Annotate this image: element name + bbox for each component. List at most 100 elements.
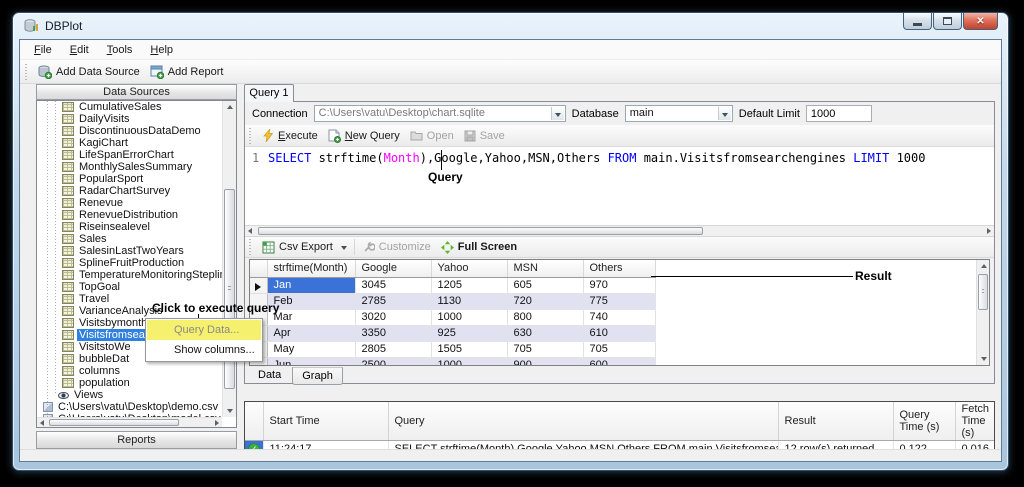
log-column-header[interactable]: Query Time (s) bbox=[893, 402, 955, 441]
cell[interactable]: 775 bbox=[583, 293, 655, 309]
tree-horizontal-scrollbar[interactable] bbox=[37, 417, 222, 427]
cell[interactable]: 605 bbox=[507, 277, 583, 293]
query-tab[interactable]: Query 1 bbox=[244, 84, 294, 102]
column-header[interactable]: Others bbox=[583, 260, 655, 277]
tree-item-table[interactable]: Riseinsealevel bbox=[37, 221, 222, 233]
tree-item-csv-file[interactable]: C:\Users\vatu\Desktop\demo.csv bbox=[37, 401, 222, 413]
tree-item-table[interactable]: CumulativeSales bbox=[37, 101, 222, 113]
chevron-down-icon[interactable] bbox=[718, 107, 731, 120]
title-bar[interactable]: DBPlot ✕ bbox=[13, 13, 1008, 39]
log-column-header[interactable]: Result bbox=[778, 402, 893, 441]
cell[interactable]: 630 bbox=[507, 325, 583, 341]
context-menu-item[interactable]: Query Data... bbox=[147, 320, 261, 340]
csv-export-dropdown-button[interactable] bbox=[338, 239, 351, 255]
tree-item-table[interactable]: DiscontinuousDataDemo bbox=[37, 125, 222, 137]
log-column-header[interactable]: Fetch Time (s) bbox=[955, 402, 995, 441]
cell[interactable]: 705 bbox=[507, 341, 583, 357]
csv-export-button[interactable]: Csv Export bbox=[257, 239, 338, 256]
add-report-button[interactable]: Add Report bbox=[145, 63, 229, 81]
maximize-button[interactable] bbox=[933, 13, 962, 30]
cell[interactable]: Jan bbox=[267, 277, 355, 293]
connection-combobox[interactable]: C:\Users\vatu\Desktop\chart.sqlite bbox=[314, 105, 566, 122]
column-header[interactable]: MSN bbox=[507, 260, 583, 277]
tree-item-table[interactable]: SalesinLastTwoYears bbox=[37, 245, 222, 257]
cell[interactable]: 3020 bbox=[355, 309, 431, 325]
menu-help[interactable]: Help bbox=[141, 41, 182, 59]
results-scrollbar-thumb[interactable] bbox=[978, 274, 988, 310]
tab-data[interactable]: Data bbox=[249, 367, 290, 383]
cell[interactable]: 1000 bbox=[431, 309, 507, 325]
data-sources-header[interactable]: Data Sources bbox=[36, 84, 237, 100]
tree-item-views[interactable]: Views bbox=[37, 389, 222, 401]
log-column-header[interactable]: Query bbox=[388, 402, 778, 441]
column-header[interactable]: Yahoo bbox=[431, 260, 507, 277]
tree-item-table[interactable]: TopGoal bbox=[37, 281, 222, 293]
save-button[interactable]: Save bbox=[459, 128, 510, 144]
cell[interactable]: 970 bbox=[583, 277, 655, 293]
cell[interactable]: 1505 bbox=[431, 341, 507, 357]
menu-tools[interactable]: Tools bbox=[98, 41, 142, 59]
reports-panel-button[interactable]: Reports bbox=[36, 431, 237, 449]
cell[interactable]: Mar bbox=[267, 309, 355, 325]
cell[interactable]: 1000 bbox=[431, 357, 507, 366]
open-button[interactable]: Open bbox=[405, 128, 459, 144]
cell[interactable]: 900 bbox=[507, 357, 583, 366]
tree-item-table[interactable]: DailyVisits bbox=[37, 113, 222, 125]
column-header[interactable]: Google bbox=[355, 260, 431, 277]
tree-item-table[interactable]: Renevue bbox=[37, 197, 222, 209]
new-query-button[interactable]: New Query bbox=[323, 127, 405, 145]
column-header[interactable]: strftime(Month) bbox=[267, 260, 355, 277]
tab-graph[interactable]: Graph bbox=[292, 367, 343, 385]
execute-button[interactable]: Execute bbox=[257, 127, 323, 144]
tree-item-table[interactable]: MonthlySalesSummary bbox=[37, 161, 222, 173]
cell[interactable]: Apr bbox=[267, 325, 355, 341]
menu-edit[interactable]: Edit bbox=[61, 41, 98, 59]
cell[interactable]: 3045 bbox=[355, 277, 431, 293]
cell[interactable]: 925 bbox=[431, 325, 507, 341]
editor-scrollbar-thumb[interactable] bbox=[258, 227, 703, 235]
default-limit-input[interactable] bbox=[806, 105, 872, 122]
close-button[interactable]: ✕ bbox=[963, 13, 998, 30]
cell[interactable]: Jun bbox=[267, 357, 355, 366]
sql-editor[interactable]: 1 SELECT strftime(Month),Google,Yahoo,MS… bbox=[245, 147, 994, 225]
cell[interactable]: 740 bbox=[583, 309, 655, 325]
cell[interactable]: Feb bbox=[267, 293, 355, 309]
add-data-source-button[interactable]: Add Data Source bbox=[33, 63, 145, 81]
tree-item-table[interactable]: RenevueDistribution bbox=[37, 209, 222, 221]
cell[interactable]: 2500 bbox=[355, 357, 431, 366]
tree-item-table[interactable]: RadarChartSurvey bbox=[37, 185, 222, 197]
tree-item-table[interactable]: KagiChart bbox=[37, 137, 222, 149]
tree-item-table[interactable]: columns bbox=[37, 365, 222, 377]
tree-item-table[interactable]: population bbox=[37, 377, 222, 389]
cell[interactable]: 600 bbox=[583, 357, 655, 366]
context-menu-item[interactable]: Show columns... bbox=[147, 340, 261, 360]
full-screen-button[interactable]: Full Screen bbox=[436, 239, 522, 256]
log-column-header[interactable]: Start Time bbox=[263, 402, 388, 441]
minimize-button[interactable] bbox=[903, 13, 932, 30]
tree-vertical-scrollbar[interactable] bbox=[222, 101, 236, 417]
tree-item-table[interactable]: LifeSpanErrorChart bbox=[37, 149, 222, 161]
tree-item-table[interactable]: PopularSport bbox=[37, 173, 222, 185]
cell[interactable]: 2805 bbox=[355, 341, 431, 357]
log-column-header[interactable] bbox=[245, 402, 263, 441]
menu-file[interactable]: File bbox=[25, 41, 61, 59]
cell[interactable]: 610 bbox=[583, 325, 655, 341]
cell[interactable]: 3350 bbox=[355, 325, 431, 341]
data-sources-tree[interactable]: CumulativeSalesDailyVisitsDiscontinuousD… bbox=[36, 100, 237, 428]
results-vertical-scrollbar[interactable] bbox=[976, 260, 989, 365]
tree-hscrollbar-thumb[interactable] bbox=[49, 419, 179, 426]
database-combobox[interactable]: main bbox=[625, 105, 733, 122]
cell[interactable]: 720 bbox=[507, 293, 583, 309]
tree-item-table[interactable]: SplineFruitProduction bbox=[37, 257, 222, 269]
cell[interactable]: May bbox=[267, 341, 355, 357]
chevron-down-icon[interactable] bbox=[551, 107, 564, 120]
customize-button[interactable]: Customize bbox=[358, 239, 436, 255]
cell[interactable]: 800 bbox=[507, 309, 583, 325]
cell[interactable]: 2785 bbox=[355, 293, 431, 309]
tree-item-table[interactable]: TemperatureMonitoringStepline bbox=[37, 269, 222, 281]
editor-horizontal-scrollbar[interactable] bbox=[245, 225, 994, 237]
tree-item-table[interactable]: Sales bbox=[37, 233, 222, 245]
cell[interactable]: 1130 bbox=[431, 293, 507, 309]
cell[interactable]: 1205 bbox=[431, 277, 507, 293]
row-header[interactable] bbox=[250, 277, 267, 293]
